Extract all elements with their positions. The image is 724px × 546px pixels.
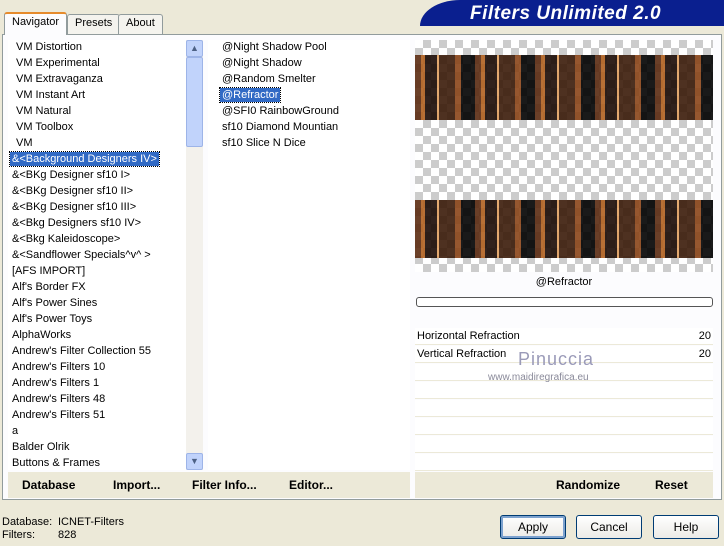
category-item[interactable]: &<Sandflower Specials^v^ > — [10, 248, 153, 262]
category-item[interactable]: VM Extravaganza — [14, 72, 105, 86]
tab-presets[interactable]: Presets — [67, 14, 121, 34]
help-button[interactable]: Help — [653, 515, 719, 539]
param-value: 20 — [698, 348, 711, 360]
category-item[interactable]: VM Experimental — [14, 56, 102, 70]
filter-item[interactable]: @Refractor — [218, 87, 282, 103]
param-row-empty — [415, 436, 713, 453]
filter-item[interactable]: @Night Shadow — [220, 56, 304, 70]
scroll-up-icon[interactable]: ▲ — [186, 40, 203, 57]
param-row-empty — [415, 418, 713, 435]
category-item[interactable]: &<BKg Designer sf10 II> — [10, 184, 135, 198]
category-item[interactable]: AlphaWorks — [10, 328, 73, 342]
category-item[interactable]: &<Background Designers IV> — [9, 151, 160, 167]
database-label: Database: — [2, 516, 53, 528]
preview-filter-name: @Refractor — [535, 276, 593, 288]
filter-item[interactable]: sf10 Diamond Mountian — [220, 120, 340, 134]
category-item[interactable]: &<BKg Designer sf10 I> — [10, 168, 132, 182]
filter-list[interactable]: @Night Shadow Pool @Night Shadow @Random S… — [208, 40, 410, 470]
category-item[interactable]: Alf's Power Toys — [10, 312, 94, 326]
tab-about[interactable]: About — [118, 14, 163, 34]
randomize-button[interactable]: Randomize — [556, 478, 620, 492]
database-button[interactable]: Database — [22, 478, 75, 492]
editor-button[interactable]: Editor... — [289, 478, 333, 492]
apply-button[interactable]: Apply — [500, 515, 566, 539]
param-row[interactable]: Horizontal Refraction 20 — [415, 328, 713, 345]
category-item[interactable]: Andrew's Filters 10 — [10, 360, 107, 374]
filters-label: Filters: — [2, 529, 35, 541]
filter-item[interactable]: @Night Shadow Pool — [220, 40, 329, 54]
app-title-banner: Filters Unlimited 2.0 — [420, 0, 724, 26]
watermark-url: www.maidiregrafica.eu — [488, 372, 589, 383]
category-item[interactable]: &<Bkg Designers sf10 IV> — [10, 216, 143, 230]
category-item[interactable]: a — [10, 424, 20, 438]
filter-info-button[interactable]: Filter Info... — [192, 478, 257, 492]
filter-item[interactable]: sf10 Slice N Dice — [220, 136, 308, 150]
category-item[interactable]: Alf's Border FX — [10, 280, 88, 294]
category-item[interactable]: VM Natural — [14, 104, 73, 118]
scroll-thumb[interactable] — [186, 57, 203, 147]
preview-image — [415, 40, 713, 272]
category-item[interactable]: &<Bkg Kaleidoscope> — [10, 232, 122, 246]
category-item[interactable]: Andrew's Filter Collection 55 — [10, 344, 153, 358]
category-item[interactable]: VM Distortion — [14, 40, 84, 54]
category-item[interactable]: Andrew's Filters 51 — [10, 408, 107, 422]
scroll-down-icon[interactable]: ▼ — [186, 453, 203, 470]
category-item[interactable]: Andrew's Filters 48 — [10, 392, 107, 406]
reset-button[interactable]: Reset — [655, 478, 688, 492]
category-item[interactable]: Andrew's Filters 1 — [10, 376, 101, 390]
param-label: Vertical Refraction — [417, 348, 507, 360]
filters-count: 828 — [58, 529, 77, 541]
category-item[interactable]: Buttons & Frames — [10, 456, 102, 470]
category-item[interactable]: Balder Olrik — [10, 440, 71, 454]
watermark-name: Pinuccia — [518, 349, 595, 369]
category-item[interactable]: VM — [14, 136, 35, 150]
param-value: 20 — [698, 330, 711, 342]
filter-item[interactable]: @SFI0 RainbowGround — [220, 104, 341, 118]
tab-navigator[interactable]: Navigator — [4, 12, 68, 35]
param-label: Horizontal Refraction — [417, 330, 520, 342]
category-item[interactable]: Alf's Power Sines — [10, 296, 99, 310]
filter-item[interactable]: @Random Smelter — [220, 72, 318, 86]
cancel-button[interactable]: Cancel — [576, 515, 642, 539]
progress-bar — [416, 297, 713, 307]
category-item[interactable]: &<BKg Designer sf10 III> — [10, 200, 138, 214]
category-item[interactable]: VM Instant Art — [14, 88, 87, 102]
category-scrollbar[interactable]: ▲ ▼ — [186, 40, 203, 470]
param-row-empty — [415, 454, 713, 471]
category-list[interactable]: VM Distortion VM Experimental VM Extravaga… — [8, 40, 186, 470]
param-row-empty — [415, 382, 713, 399]
category-item[interactable]: [AFS IMPORT] — [10, 264, 87, 278]
database-value: ICNET-Filters — [58, 516, 124, 528]
param-row-empty — [415, 400, 713, 417]
category-item[interactable]: VM Toolbox — [14, 120, 75, 134]
import-button[interactable]: Import... — [113, 478, 160, 492]
